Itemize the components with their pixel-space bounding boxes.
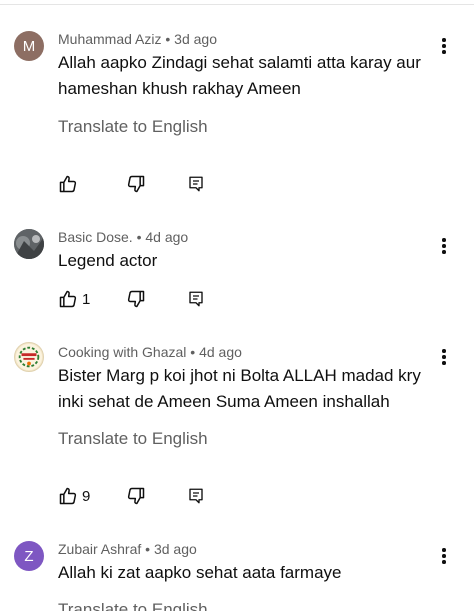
more-options-icon[interactable] <box>434 235 454 257</box>
comment-meta: Muhammad Aziz • 3d ago <box>58 31 217 47</box>
avatar[interactable] <box>14 342 44 372</box>
reply-icon[interactable] <box>187 486 205 506</box>
avatar-letter: M <box>22 37 36 55</box>
comment-meta: Basic Dose. • 4d ago <box>58 229 188 245</box>
like-icon[interactable] <box>58 174 78 194</box>
more-options-icon[interactable] <box>434 545 454 567</box>
reply-icon[interactable] <box>187 174 205 194</box>
translate-link[interactable]: Translate to English <box>58 117 208 137</box>
dislike-icon[interactable] <box>126 486 146 506</box>
comment-age: 4d ago <box>199 344 242 360</box>
comment-actions: 9 <box>0 486 474 510</box>
avatar-letter: Z <box>24 547 34 565</box>
avatar[interactable] <box>14 229 44 259</box>
comment-meta: Cooking with Ghazal • 4d ago <box>58 344 242 360</box>
more-options-icon[interactable] <box>434 346 454 368</box>
comment-author[interactable]: Muhammad Aziz <box>58 31 161 47</box>
like-icon[interactable] <box>58 289 78 309</box>
comment-text: Bister Marg p koi jhot ni Bolta ALLAH ma… <box>58 363 428 415</box>
avatar[interactable]: Z <box>14 541 44 571</box>
comment-item: Cooking with Ghazal • 4d ago Bister Marg… <box>0 320 474 520</box>
comment-text: Allah ki zat aapko sehat aata farmaye <box>58 560 428 586</box>
more-options-icon[interactable] <box>434 35 454 57</box>
comment-text-line: hameshan khush rakhay Ameen <box>58 79 301 98</box>
comment-author[interactable]: Zubair Ashraf <box>58 541 141 557</box>
avatar[interactable]: M <box>14 31 44 61</box>
like-count: 9 <box>82 488 91 505</box>
comment-text-line: Allah ki zat aapko sehat aata farmaye <box>58 563 342 582</box>
like-count: 1 <box>82 291 91 308</box>
like-icon[interactable] <box>58 486 78 506</box>
meta-separator: • <box>161 31 175 47</box>
comment-age: 3d ago <box>174 31 217 47</box>
translate-link[interactable]: Translate to English <box>58 600 208 611</box>
comment-meta: Zubair Ashraf • 3d ago <box>58 541 197 557</box>
comment-age: 4d ago <box>145 229 189 245</box>
avatar-photo <box>14 229 44 259</box>
comment-item: Z Zubair Ashraf • 3d ago Allah ki zat aa… <box>0 520 474 611</box>
reply-icon[interactable] <box>187 289 205 309</box>
dislike-icon[interactable] <box>126 174 146 194</box>
comment-text-line: Bister Marg p koi jhot ni Bolta ALLAH ma… <box>58 366 421 385</box>
comment-text: Allah aapko Zindagi sehat salamti atta k… <box>58 50 428 102</box>
comment-item: M Muhammad Aziz • 3d ago Allah aapko Zin… <box>0 0 474 205</box>
comment-text: Legend actor <box>58 248 428 274</box>
avatar-logo <box>15 343 43 371</box>
meta-separator: • <box>186 344 200 360</box>
comment-text-line: inki sehat de Ameen Suma Ameen inshallah <box>58 392 390 411</box>
meta-separator: • <box>132 229 146 245</box>
comment-actions <box>0 174 474 198</box>
comment-item: Basic Dose. • 4d ago Legend actor 1 <box>0 205 474 320</box>
comment-text-line: Legend actor <box>58 251 158 270</box>
comment-author[interactable]: Cooking with Ghazal <box>58 344 186 360</box>
meta-separator: • <box>141 541 154 557</box>
comment-text-line: Allah aapko Zindagi sehat salamti atta k… <box>58 53 421 72</box>
comment-actions: 1 <box>0 289 474 313</box>
translate-link[interactable]: Translate to English <box>58 429 208 449</box>
dislike-icon[interactable] <box>126 289 146 309</box>
comment-age: 3d ago <box>153 541 197 557</box>
comment-author[interactable]: Basic Dose. <box>58 229 133 245</box>
